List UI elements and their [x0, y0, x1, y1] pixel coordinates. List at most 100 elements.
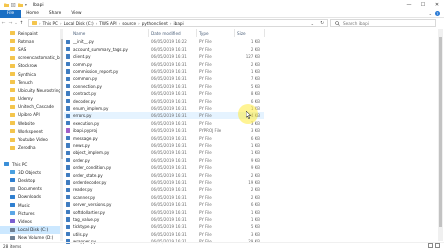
file-row[interactable]: connection.py 06/05/2019 16:31 PY File 5 KB: [64, 82, 264, 89]
nav-item[interactable]: Reinpaint: [0, 29, 60, 37]
py-file-icon: [66, 202, 70, 207]
nav-item[interactable]: SAS: [0, 45, 60, 53]
tab-file[interactable]: File: [0, 9, 22, 18]
file-row[interactable]: news.py 06/05/2019 16:31 PY File 1 KB: [64, 142, 264, 149]
nav-item[interactable]: This PC: [0, 160, 60, 168]
column-header-date[interactable]: Date modified: [151, 31, 181, 36]
nav-item[interactable]: Zerodha: [0, 144, 60, 152]
details-view-icon[interactable]: [428, 243, 433, 248]
file-row[interactable]: decoder.py 06/05/2019 16:31 PY File 6 KB: [64, 97, 264, 104]
tab-view[interactable]: View: [66, 10, 86, 18]
large-icons-view-icon[interactable]: [435, 243, 440, 248]
file-row[interactable]: order_state.py 06/05/2019 16:31 PY File 2 K…: [64, 171, 264, 178]
column-divider[interactable]: [234, 29, 235, 37]
breadcrumb-ibapi[interactable]: ibapi: [174, 21, 184, 26]
breadcrumb-local-disk[interactable]: Local Disk (C:): [64, 21, 94, 26]
column-header-name[interactable]: Name: [73, 31, 85, 36]
nav-item[interactable]: Videos: [0, 217, 60, 225]
address-bar[interactable]: › This PC › Local Disk (C:) › TWS API › …: [28, 19, 328, 27]
column-header-size[interactable]: Size: [237, 31, 246, 36]
file-row[interactable]: commission_report.py 06/05/2019 16:31 PY F…: [64, 68, 264, 75]
expand-ribbon-icon[interactable]: ⌄: [429, 11, 432, 16]
nav-item[interactable]: Stockrow: [0, 62, 60, 70]
minimize-button[interactable]: —: [402, 0, 416, 10]
nav-item[interactable]: screencastomatic_bac: [0, 54, 60, 62]
tab-home[interactable]: Home: [21, 10, 44, 18]
file-row[interactable]: object_implem.py 06/05/2019 16:31 PY File 1…: [64, 149, 264, 156]
column-divider[interactable]: [148, 29, 149, 37]
file-row[interactable]: reader.py 06/05/2019 16:31 PY File 2 KB: [64, 186, 264, 193]
file-type: PY File: [199, 209, 212, 215]
nav-item[interactable]: Downloads: [0, 193, 60, 201]
breadcrumb-tws-api[interactable]: TWS API: [99, 21, 116, 26]
breadcrumb-source[interactable]: source: [122, 21, 136, 26]
file-row[interactable]: enum_implem.py06/05/2019 16:31PY File1 K…: [64, 105, 264, 112]
nav-item[interactable]: New Volume (D:): [0, 234, 60, 241]
file-row[interactable]: order_condition.py 06/05/2019 16:31 PY Fil…: [64, 164, 264, 171]
file-name: utils.py: [73, 231, 88, 237]
file-row[interactable]: ticktype.py 06/05/2019 16:31 PY File 5 KB: [64, 223, 264, 230]
column-header-type[interactable]: Type: [199, 31, 209, 36]
forward-button[interactable]: →: [7, 19, 14, 27]
nav-item[interactable]: 3D Objects: [0, 168, 60, 176]
nav-item[interactable]: Synthica: [0, 70, 60, 78]
file-type: PY File: [199, 165, 212, 171]
file-row[interactable]: softdollartier.py 06/05/2019 16:31 PY File…: [64, 208, 264, 215]
file-row[interactable]: comm.py 06/05/2019 16:31 PY File 2 KB: [64, 60, 264, 67]
navigation-scrollbar-thumb[interactable]: [60, 39, 63, 159]
nav-item[interactable]: Udemy: [0, 95, 60, 103]
address-dropdown-icon[interactable]: ⌄: [311, 21, 314, 26]
file-row[interactable]: orderdecoder.py 06/05/2019 16:31 PY File 19…: [64, 179, 264, 186]
file-row[interactable]: __init__.py 06/05/2019 16:22 PY File 1 KB: [64, 38, 264, 45]
up-button[interactable]: ↑: [18, 19, 25, 27]
file-row[interactable]: message.py 06/05/2019 16:31 PY File 6 KB: [64, 134, 264, 141]
nav-item[interactable]: Website: [0, 119, 60, 127]
breadcrumb-pythonclient[interactable]: pythonclient: [142, 21, 168, 26]
search-input[interactable]: [343, 20, 433, 26]
maximize-button[interactable]: ☐: [416, 0, 430, 10]
refresh-icon[interactable]: ↻: [320, 21, 324, 26]
file-row[interactable]: account_summary_tags.py 06/05/2019 16:31 P…: [64, 45, 264, 52]
column-divider[interactable]: [196, 29, 197, 37]
file-row[interactable]: execution.py 06/05/2019 16:31 PY File 3 KB: [64, 119, 264, 126]
file-row[interactable]: contract.py 06/05/2019 16:31 PY File 8 KB: [64, 90, 264, 97]
file-row[interactable]: errors.py06/05/2019 16:31PY File4 KB: [64, 112, 264, 120]
breadcrumb-this-pc[interactable]: This PC: [43, 21, 58, 26]
file-list-scrollbar[interactable]: [438, 29, 443, 241]
file-row[interactable]: ibapi.pyproj 06/05/2019 16:31 PYPROJ File 3…: [64, 127, 264, 134]
nav-item[interactable]: Ubicuity Neurostrings: [0, 86, 60, 94]
file-row[interactable]: order.py 06/05/2019 16:31 PY File 9 KB: [64, 156, 264, 163]
nav-item[interactable]: Music: [0, 201, 60, 209]
tab-share[interactable]: Share: [44, 10, 66, 18]
navigation-scrollbar[interactable]: [60, 29, 63, 241]
back-button[interactable]: ←: [0, 19, 7, 27]
column-divider[interactable]: [264, 29, 265, 37]
nav-item[interactable]: Workspeent: [0, 127, 60, 135]
file-name: common.py: [73, 76, 98, 82]
nav-item[interactable]: Tenuch: [0, 78, 60, 86]
nav-item[interactable]: Youtube Video: [0, 135, 60, 143]
file-name: reader.py: [73, 187, 93, 193]
nav-item[interactable]: Rotman: [0, 37, 60, 45]
file-name: __init__.py: [73, 39, 94, 45]
new-folder-icon[interactable]: [18, 3, 23, 7]
file-name: connection.py: [73, 83, 102, 89]
nav-item[interactable]: Documents: [0, 185, 60, 193]
file-list-scrollbar-thumb[interactable]: [439, 37, 442, 227]
file-row[interactable]: server_versions.py 06/05/2019 16:31 PY Fil…: [64, 201, 264, 208]
help-icon[interactable]: ?: [435, 11, 440, 16]
nav-item[interactable]: Upibro API: [0, 111, 60, 119]
file-row[interactable]: tag_value.py 06/05/2019 16:31 PY File 1 KB: [64, 216, 264, 223]
file-row[interactable]: utils.py 06/05/2019 16:31 PY File 3 KB: [64, 230, 264, 237]
nav-item[interactable]: Unitech_Cascade: [0, 103, 60, 111]
file-row[interactable]: scanner.py 06/05/2019 16:31 PY File 2 KB: [64, 193, 264, 200]
file-row[interactable]: client.py 06/05/2019 16:31 PY File 127 KB: [64, 53, 264, 60]
search-box[interactable]: [330, 19, 436, 27]
nav-item[interactable]: Local Disk (C:): [0, 225, 60, 234]
nav-item[interactable]: Pictures: [0, 209, 60, 217]
close-button[interactable]: ✕: [430, 0, 444, 10]
file-row[interactable]: common.py 06/05/2019 16:31 PY File 7 KB: [64, 75, 264, 82]
properties-icon[interactable]: [11, 3, 16, 7]
customize-qa-chevron-icon[interactable]: ▾: [25, 3, 27, 7]
nav-item[interactable]: Desktop: [0, 176, 60, 184]
